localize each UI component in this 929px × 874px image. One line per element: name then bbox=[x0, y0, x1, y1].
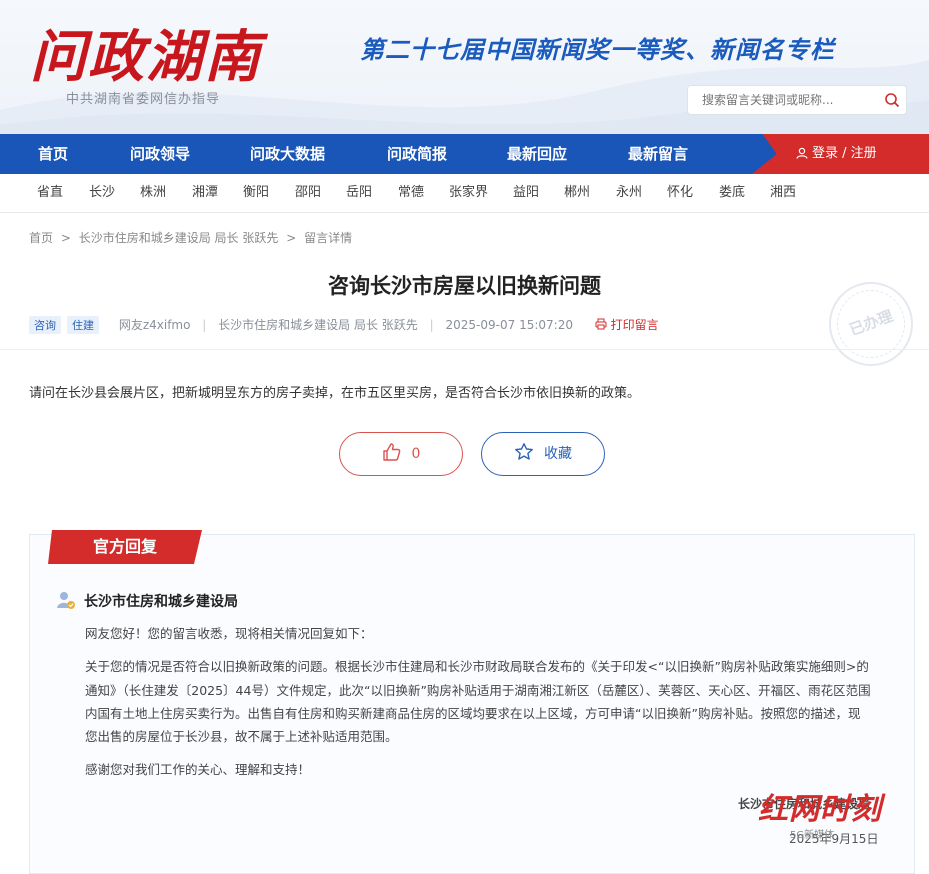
redweb-watermark-logo: 红网时刻 bbox=[758, 792, 882, 827]
breadcrumb: 首页 > 长沙市住房和城乡建设局 局长 张跃先 > 留言详情 bbox=[29, 229, 356, 246]
region-item[interactable]: 湘潭 bbox=[192, 174, 218, 212]
post-target[interactable]: 长沙市住房和城乡建设局 局长 张跃先 bbox=[218, 318, 418, 332]
post-meta: 咨询 住建 网友z4xifmo | 长沙市住房和城乡建设局 局长 张跃先 | 20… bbox=[29, 316, 659, 336]
post-content: 请问在长沙县会展片区，把新城明昱东方的房子卖掉，在市五区里买房，是否符合长沙市依… bbox=[29, 386, 641, 401]
organization-name: 长沙市住房和城乡建设局 bbox=[84, 594, 238, 610]
region-item[interactable]: 省直 bbox=[37, 174, 63, 212]
print-label: 打印留言 bbox=[610, 318, 659, 332]
reply-body-line: 内国有土地上住房买卖行为。出售自有住房和购买新建商品住房的区域均要求在以上区域，… bbox=[85, 706, 861, 721]
favorite-label: 收藏 bbox=[544, 446, 572, 462]
breadcrumb-separator: > bbox=[286, 231, 297, 245]
region-item[interactable]: 长沙 bbox=[89, 174, 115, 212]
user-icon bbox=[796, 147, 808, 159]
favorite-button[interactable]: 收藏 bbox=[481, 432, 605, 476]
region-item[interactable]: 衡阳 bbox=[243, 174, 269, 212]
meta-divider: | bbox=[429, 318, 434, 332]
region-item[interactable]: 株洲 bbox=[140, 174, 166, 212]
nav-item-home[interactable]: 首页 bbox=[38, 134, 68, 174]
region-item[interactable]: 永州 bbox=[616, 174, 642, 212]
star-icon bbox=[515, 443, 533, 460]
reply-greeting: 网友您好！您的留言收悉，现将相关情况回复如下： bbox=[85, 626, 373, 641]
region-item[interactable]: 岳阳 bbox=[346, 174, 372, 212]
region-item[interactable]: 湘西 bbox=[770, 174, 796, 212]
search-icon[interactable] bbox=[884, 92, 900, 108]
region-item[interactable]: 怀化 bbox=[667, 174, 693, 212]
search-input[interactable] bbox=[688, 86, 874, 114]
reply-body-line: 您出售的房屋位于长沙县，故不属于上述补贴适用范围。 bbox=[85, 729, 398, 744]
thumbs-up-icon bbox=[382, 443, 400, 461]
category-tag[interactable]: 咨询 bbox=[29, 316, 61, 334]
region-item[interactable]: 郴州 bbox=[564, 174, 590, 212]
region-item[interactable]: 娄底 bbox=[719, 174, 745, 212]
login-label: 登录 / 注册 bbox=[812, 146, 877, 161]
meta-divider: | bbox=[202, 318, 207, 332]
login-register-button[interactable]: 登录 / 注册 bbox=[796, 134, 877, 174]
printer-icon bbox=[595, 318, 607, 330]
region-item[interactable]: 益阳 bbox=[513, 174, 539, 212]
award-slogan: 第二十七届中国新闻奖一等奖、新闻名专栏 bbox=[360, 35, 835, 64]
nav-item-latest-response[interactable]: 最新回应 bbox=[507, 134, 567, 174]
nav-item-bigdata[interactable]: 问政大数据 bbox=[250, 134, 325, 174]
search-box bbox=[687, 85, 907, 115]
breadcrumb-separator: > bbox=[60, 231, 71, 245]
post-time: 2025-09-07 15:07:20 bbox=[445, 318, 573, 332]
post-author[interactable]: 网友z4xifmo bbox=[119, 318, 191, 332]
post-title: 咨询长沙市房屋以旧换新问题 bbox=[328, 273, 601, 298]
reply-thanks: 感谢您对我们工作的关心、理解和支持！ bbox=[85, 762, 311, 777]
reply-body-line: 关于您的情况是否符合以旧换新政策的问题。根据长沙市住建局和长沙市财政局联合发布的… bbox=[85, 659, 869, 674]
official-avatar-icon bbox=[57, 592, 75, 609]
like-count: 0 bbox=[411, 446, 421, 462]
nav-item-latest-message[interactable]: 最新留言 bbox=[628, 134, 688, 174]
nav-item-briefing[interactable]: 问政简报 bbox=[387, 134, 447, 174]
region-item[interactable]: 张家界 bbox=[449, 174, 488, 212]
like-button[interactable]: 0 bbox=[339, 432, 463, 476]
guide-text: 中共湖南省委网信办指导 bbox=[66, 92, 221, 107]
site-logo[interactable]: 问政湖南 bbox=[30, 12, 262, 93]
breadcrumb-department[interactable]: 长沙市住房和城乡建设局 局长 张跃先 bbox=[79, 231, 279, 245]
official-reply-label: 官方回复 bbox=[92, 537, 157, 556]
region-item[interactable]: 邵阳 bbox=[295, 174, 321, 212]
field-tag[interactable]: 住建 bbox=[67, 316, 99, 334]
nav-item-leaders[interactable]: 问政领导 bbox=[130, 134, 190, 174]
reply-organization: 长沙市住房和城乡建设局 bbox=[56, 590, 238, 611]
watermark-subtext: 5G新媒体 bbox=[790, 830, 835, 841]
reply-body-line: 通知》（长住建发〔2025〕44号）文件规定，此次“以旧换新”购房补贴适用于湖南… bbox=[85, 683, 871, 698]
breadcrumb-current: 留言详情 bbox=[304, 231, 353, 245]
official-reply-tag: 官方回复 bbox=[48, 530, 202, 564]
content-divider bbox=[0, 349, 929, 350]
region-item[interactable]: 常德 bbox=[398, 174, 424, 212]
site-header: 问政湖南 第二十七届中国新闻奖一等奖、新闻名专栏 中共湖南省委网信办指导 bbox=[0, 0, 929, 134]
breadcrumb-home[interactable]: 首页 bbox=[29, 231, 53, 245]
processed-stamp: 已办理 bbox=[829, 282, 913, 366]
region-nav: 省直 长沙 株洲 湘潭 衡阳 邵阳 岳阳 常德 张家界 益阳 郴州 永州 怀化 … bbox=[0, 174, 929, 213]
print-button[interactable]: 打印留言 bbox=[595, 318, 659, 332]
